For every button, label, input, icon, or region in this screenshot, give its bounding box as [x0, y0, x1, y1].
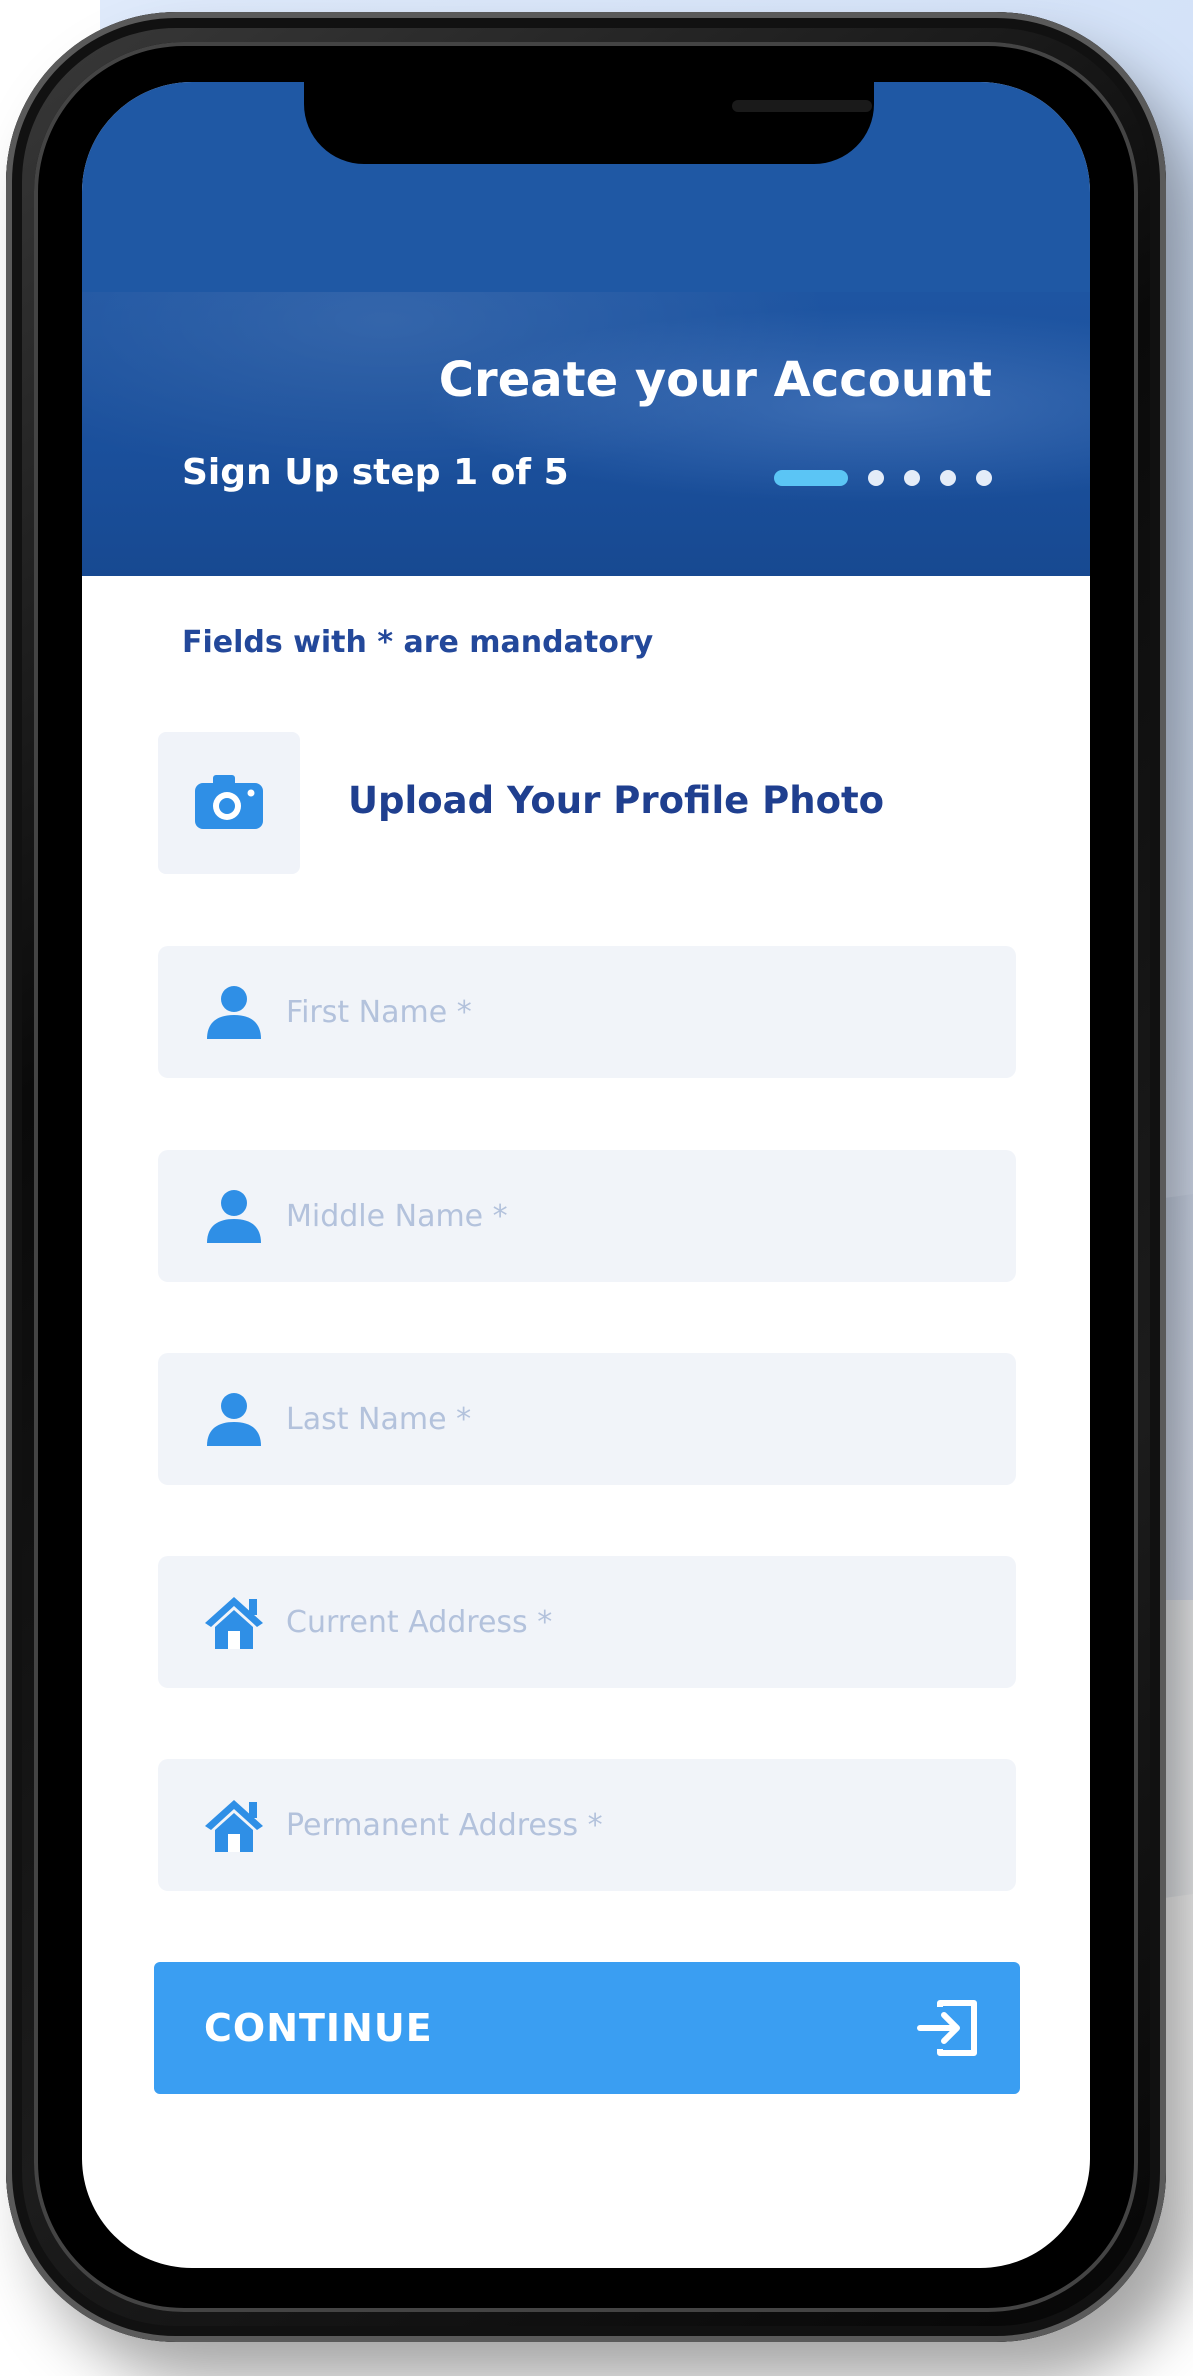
step-dot: [976, 470, 992, 486]
current-address-field[interactable]: Current Address *: [158, 1556, 1016, 1688]
current-address-placeholder: Current Address *: [286, 1604, 553, 1640]
continue-button[interactable]: CONTINUE: [154, 1962, 1020, 2094]
permanent-address-placeholder: Permanent Address *: [286, 1807, 603, 1843]
mandatory-note: Fields with * are mandatory: [182, 625, 654, 660]
first-name-field[interactable]: First Name *: [158, 946, 1016, 1078]
step-dot: [940, 470, 956, 486]
middle-name-field[interactable]: Middle Name *: [158, 1150, 1016, 1282]
last-name-placeholder: Last Name *: [286, 1401, 472, 1437]
notch: [304, 82, 874, 164]
sign-in-icon: [916, 1999, 980, 2057]
middle-name-placeholder: Middle Name *: [286, 1198, 508, 1234]
permanent-address-field[interactable]: Permanent Address *: [158, 1759, 1016, 1891]
header-banner: Create your Account Sign Up step 1 of 5: [82, 292, 1090, 576]
user-icon: [202, 983, 266, 1041]
step-indicator-text: Sign Up step 1 of 5: [182, 452, 569, 493]
upload-photo-label[interactable]: Upload Your Profile Photo: [348, 779, 884, 822]
user-icon: [202, 1187, 266, 1245]
speaker: [732, 100, 872, 112]
user-icon: [202, 1390, 266, 1448]
upload-photo-button[interactable]: [158, 732, 300, 874]
home-icon: [202, 1593, 266, 1651]
continue-button-label: CONTINUE: [204, 2006, 433, 2050]
last-name-field[interactable]: Last Name *: [158, 1353, 1016, 1485]
phone-screen: Create your Account Sign Up step 1 of 5 …: [82, 82, 1090, 2268]
step-dot: [904, 470, 920, 486]
step-dot: [868, 470, 884, 486]
camera-icon: [193, 771, 265, 835]
first-name-placeholder: First Name *: [286, 994, 472, 1030]
step-dot-active: [774, 470, 848, 486]
step-progress-dots: [774, 470, 992, 486]
page-title: Create your Account: [438, 352, 992, 408]
home-icon: [202, 1796, 266, 1854]
